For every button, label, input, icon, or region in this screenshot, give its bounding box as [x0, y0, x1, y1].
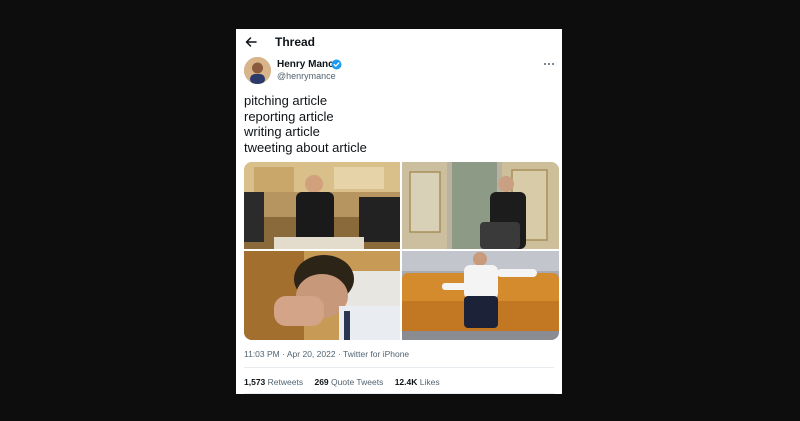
divider: [244, 367, 554, 368]
retweets-count: 1,573: [244, 377, 266, 387]
tweet-card: Thread Henry Mance @henrymance pitching …: [236, 29, 562, 394]
author-name[interactable]: Henry Mance: [277, 59, 339, 70]
media-grid: [244, 162, 559, 340]
verified-badge-icon: [331, 59, 342, 70]
tweet-metadata: 11:03 PM · Apr 20, 2022 · Twitter for iP…: [244, 349, 409, 359]
photo-2[interactable]: [402, 162, 559, 249]
thread-header: Thread: [236, 29, 562, 53]
retweets-label: Retweets: [267, 377, 304, 387]
tweet-date[interactable]: Apr 20, 2022: [287, 349, 336, 359]
meta-separator: ·: [337, 349, 341, 359]
likes-label: Likes: [419, 377, 440, 387]
tweet-line: writing article: [244, 124, 320, 140]
divider: [244, 393, 554, 394]
tweet-time[interactable]: 11:03 PM: [244, 349, 280, 359]
tweet-text: pitching article reporting article writi…: [244, 93, 554, 156]
photo-4[interactable]: [402, 251, 559, 340]
quotes-count: 269: [314, 377, 329, 387]
meta-separator: ·: [282, 349, 285, 359]
more-horizontal-icon[interactable]: [543, 61, 555, 67]
tweet-stats: 1,573 Retweets 269 Quote Tweets 12.4K Li…: [244, 377, 449, 387]
tweet-line: tweeting about article: [244, 140, 367, 156]
likes-stat[interactable]: 12.4K Likes: [395, 377, 440, 387]
tweet-source[interactable]: Twitter for iPhone: [343, 349, 409, 359]
retweets-stat[interactable]: 1,573 Retweets: [244, 377, 303, 387]
arrow-left-icon[interactable]: [244, 35, 258, 49]
avatar-image: [244, 57, 271, 84]
tweet-line: reporting article: [244, 108, 334, 124]
likes-count: 12.4K: [394, 377, 418, 387]
photo-3[interactable]: [244, 251, 400, 340]
author-handle[interactable]: @henrymance: [277, 71, 336, 81]
page-title: Thread: [275, 35, 316, 49]
avatar[interactable]: [244, 57, 271, 84]
photo-1[interactable]: [244, 162, 400, 249]
quotes-label: Quote Tweets: [331, 377, 384, 387]
tweet-line: pitching article: [244, 93, 328, 108]
quote-tweets-stat[interactable]: 269 Quote Tweets: [314, 377, 383, 387]
